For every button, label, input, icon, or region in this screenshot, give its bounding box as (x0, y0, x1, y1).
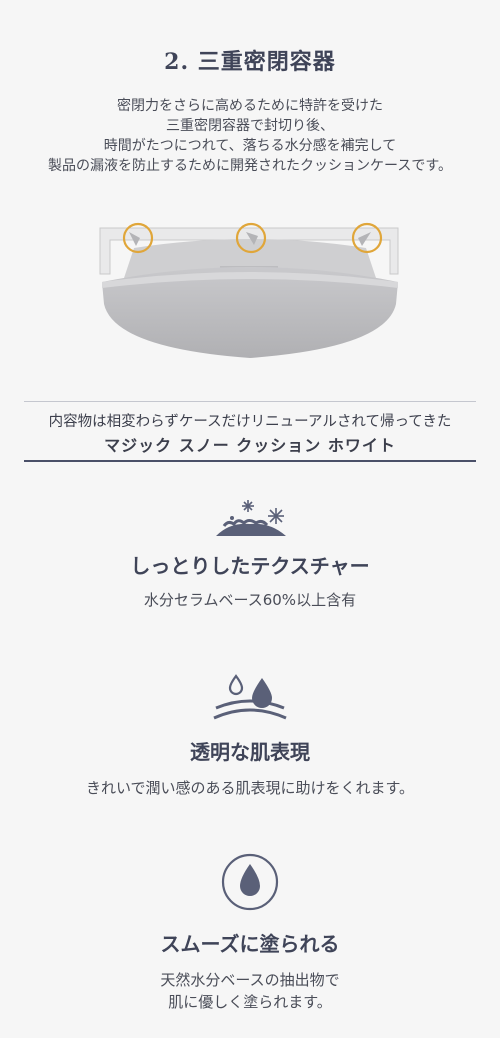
feature-description-line: きれいで潤い感のある肌表現に助けをくれます。 (85, 779, 415, 797)
section-title: 2. 三重密閉容器 (164, 49, 336, 75)
feature-title: しっとりしたテクスチャー (130, 554, 370, 578)
feature-description: 水分セラムベース60%以上含有 (0, 589, 500, 611)
description-line: 密閉力をさらに高めるために特許を受けた (117, 98, 383, 114)
water-drop-skin-icon (213, 674, 287, 720)
description-line: 三重密閉容器で封切り後、 (166, 118, 334, 134)
description-line: 時間がたつにつれて、落ちる水分感を補完して (103, 138, 397, 154)
feature-title: 透明な肌表現 (190, 740, 310, 764)
feature-description: 天然水分ベースの抽出物で 肌に優しく塗られます。 (0, 969, 500, 1013)
feature-description-line: 水分セラムベース60%以上含有 (143, 591, 357, 609)
banner-product-name: マジック スノー クッション ホワイト (104, 436, 396, 455)
feature-transparent-skin: 透明な肌表現 きれいで潤い感のある肌表現に助けをくれます。 (0, 672, 500, 799)
banner-subtitle: 内容物は相変わらずケースだけリニューアルされて帰ってきた (48, 414, 452, 430)
feature-description-line: 天然水分ベースの抽出物で (160, 971, 340, 989)
feature-description: きれいで潤い感のある肌表現に助けをくれます。 (0, 777, 500, 799)
feature-title: スムーズに塗られる (160, 932, 340, 956)
feature-moist-texture: しっとりしたテクスチャー 水分セラムベース60%以上含有 (0, 496, 500, 611)
description-line: 製品の漏液を防止するために開発されたクッションケースです。 (48, 158, 452, 174)
triple-seal-container-illustration (99, 222, 399, 358)
feature-description-line: 肌に優しく塗られます。 (168, 993, 332, 1011)
section-description: 密閉力をさらに高めるために特許を受けた 三重密閉容器で封切り後、 時間がたつにつ… (0, 96, 500, 176)
drop-circle-icon (221, 853, 279, 911)
feature-smooth-application: スムーズに塗られる 天然水分ベースの抽出物で 肌に優しく塗られます。 (0, 852, 500, 1013)
product-banner: 内容物は相変わらずケースだけリニューアルされて帰ってきた マジック スノー クッ… (24, 401, 476, 462)
snow-cloud-icon (216, 500, 286, 536)
